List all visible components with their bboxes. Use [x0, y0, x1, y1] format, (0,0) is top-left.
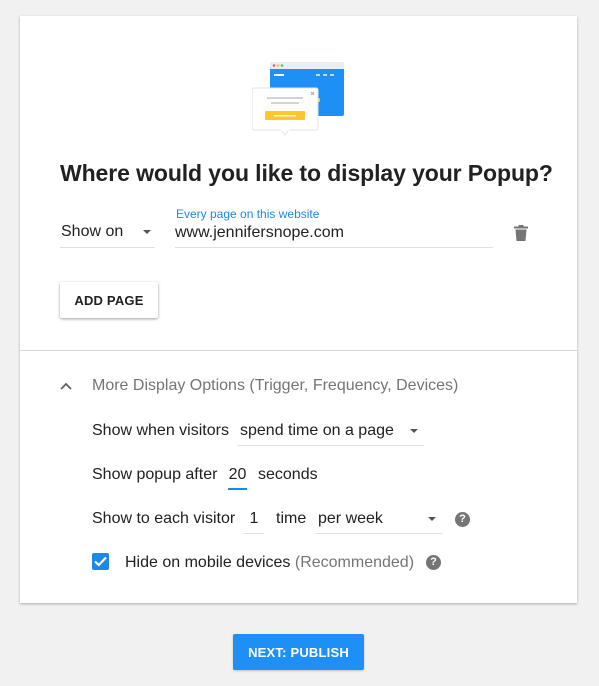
show-on-select[interactable]: Show on [60, 214, 155, 248]
delay-seconds-input[interactable]: 20 [228, 460, 247, 490]
url-field-label: Every page on this website [176, 207, 320, 221]
checkmark-icon [94, 556, 107, 567]
frequency-period-value: per week [318, 510, 383, 527]
trigger-select[interactable]: spend time on a page [238, 416, 424, 446]
show-on-value: Show on [61, 223, 124, 240]
chevron-down-icon [143, 230, 151, 234]
hide-mobile-text: Hide on mobile devices [125, 554, 291, 571]
frequency-unit-label: time [276, 510, 307, 527]
mobile-help-icon[interactable]: ? [426, 555, 441, 570]
recommended-note: (Recommended) [294, 554, 415, 571]
delete-icon[interactable] [514, 225, 528, 241]
popup-illustration [252, 62, 344, 136]
frequency-help-icon[interactable]: ? [455, 512, 470, 527]
trigger-label: Show when visitors [92, 422, 229, 439]
next-publish-button[interactable]: NEXT: PUBLISH [233, 634, 364, 670]
add-page-button[interactable]: ADD PAGE [60, 282, 158, 318]
hide-mobile-label: Hide on mobile devices (Recommended) [125, 554, 414, 572]
hide-mobile-checkbox[interactable] [92, 553, 109, 570]
frequency-label: Show to each visitor [92, 510, 236, 527]
section-divider [20, 350, 577, 351]
frequency-count-value: 1 [249, 510, 259, 527]
chevron-up-icon [60, 376, 72, 396]
delay-seconds-value: 20 [228, 466, 247, 483]
chevron-down-icon [410, 429, 418, 433]
delay-label: Show popup after [92, 466, 218, 483]
frequency-count-input[interactable]: 1 [244, 504, 264, 534]
frequency-period-select[interactable]: per week [316, 504, 442, 534]
delay-unit-label: seconds [258, 466, 318, 483]
more-options-label: More Display Options (Trigger, Frequency… [92, 377, 459, 394]
url-field: Every page on this website [175, 206, 493, 248]
display-settings-card: Where would you like to display your Pop… [20, 16, 577, 603]
chevron-down-icon [428, 517, 436, 521]
url-input[interactable] [175, 222, 475, 244]
page-title: Where would you like to display your Pop… [60, 160, 553, 186]
trigger-value: spend time on a page [240, 422, 394, 439]
more-options-toggle[interactable]: More Display Options (Trigger, Frequency… [60, 376, 458, 396]
